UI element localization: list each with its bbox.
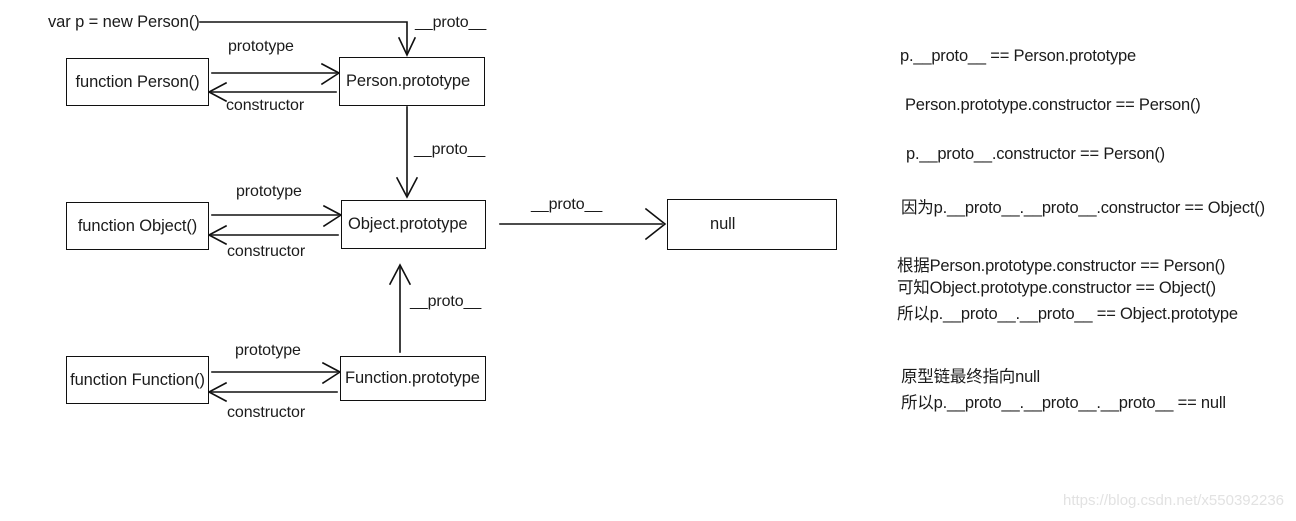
watermark-text: https://blog.csdn.net/x550392236 (1063, 492, 1285, 509)
note-line-3: p.__proto__.constructor == Person() (906, 145, 1165, 163)
node-object-prototype[interactable]: Object.prototype (341, 200, 486, 249)
node-function-prototype-label: Function.prototype (345, 369, 480, 387)
note-line-7: 所以p.__proto__.__proto__ == Object.protot… (897, 305, 1238, 323)
note-line-6: 可知Object.prototype.constructor == Object… (897, 279, 1216, 297)
arrowhead-prototype-object (322, 204, 343, 228)
node-function-object[interactable]: function Object() (66, 202, 209, 250)
arrowhead-function-to-object-prototype (388, 263, 412, 286)
edge-label-proto-object-to-null: __proto__ (531, 196, 603, 213)
edge-label-proto-person-to-object: __proto__ (414, 141, 486, 158)
edge-label-prototype-function: prototype (235, 342, 301, 359)
arrowhead-constructor-person (207, 81, 228, 103)
note-line-9: 所以p.__proto__.__proto__.__proto__ == nul… (901, 394, 1226, 412)
note-line-2: Person.prototype.constructor == Person() (905, 96, 1201, 114)
arrowhead-constructor-function (207, 381, 228, 403)
edge-label-constructor-object: constructor (227, 243, 306, 260)
arrowhead-prototype-person (320, 62, 341, 86)
var-declaration-text: var p = new Person() (48, 13, 200, 31)
edge-label-proto-top: __proto__ (415, 14, 487, 31)
arrowhead-person-to-object-prototype (395, 176, 419, 199)
arrowhead-constructor-object (207, 224, 228, 246)
note-line-8: 原型链最终指向null (901, 368, 1040, 386)
node-person-prototype-label: Person.prototype (346, 72, 471, 90)
node-function-person-label: function Person() (75, 72, 200, 91)
diagram-canvas: Person.prototype --> function Person() -… (0, 0, 1296, 521)
node-object-prototype-label: Object.prototype (348, 215, 468, 233)
node-function-function[interactable]: function Function() (66, 356, 209, 404)
note-line-4: 因为p.__proto__.__proto__.constructor == O… (901, 199, 1265, 217)
node-function-person[interactable]: function Person() (66, 58, 209, 106)
edge-label-constructor-function: constructor (227, 404, 306, 421)
arrowhead-p-to-person-prototype (397, 36, 417, 57)
node-person-prototype[interactable]: Person.prototype (339, 57, 485, 106)
node-null-label: null (710, 215, 736, 233)
edge-label-proto-function-to-object: __proto__ (410, 293, 482, 310)
node-function-prototype[interactable]: Function.prototype (340, 356, 486, 401)
note-line-1: p.__proto__ == Person.prototype (900, 47, 1136, 65)
arrowhead-object-to-null (644, 207, 667, 241)
arrowhead-prototype-function (321, 361, 342, 385)
node-function-function-label: function Function() (70, 370, 205, 389)
note-line-5: 根据Person.prototype.constructor == Person… (897, 257, 1226, 275)
node-function-object-label: function Object() (77, 216, 198, 235)
edge-label-constructor-person: constructor (226, 97, 305, 114)
edge-label-prototype-object: prototype (236, 183, 302, 200)
edge-label-prototype-person: prototype (228, 38, 294, 55)
node-null[interactable]: null (667, 199, 837, 250)
